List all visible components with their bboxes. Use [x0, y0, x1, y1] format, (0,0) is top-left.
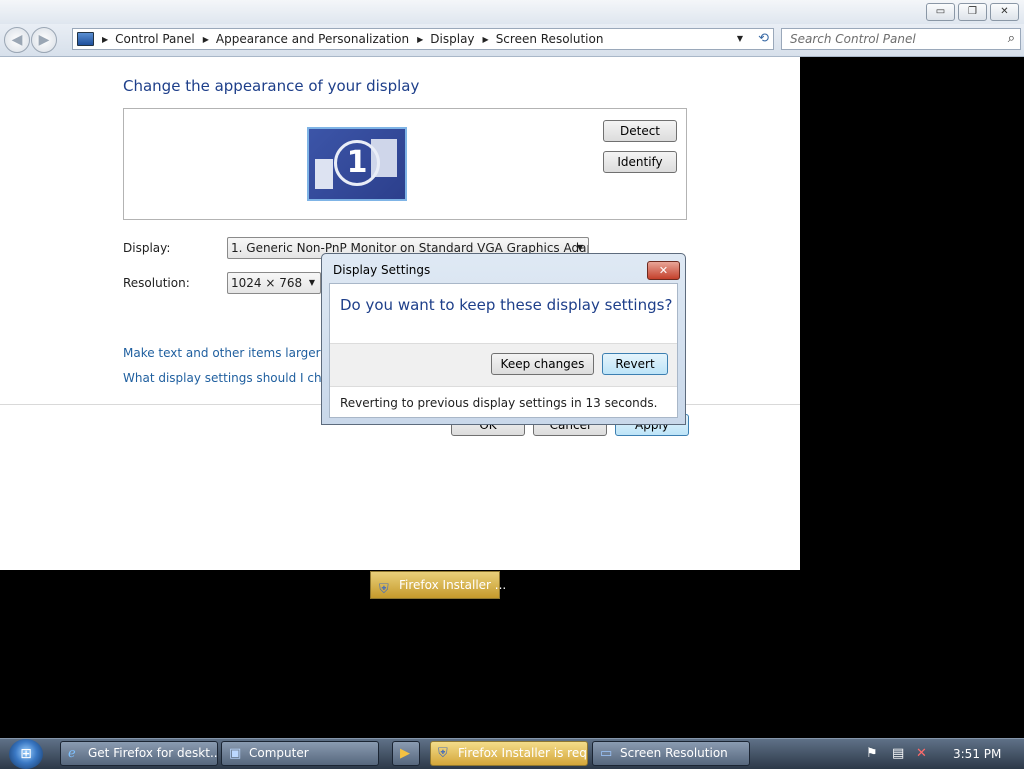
monitor-preview-box: 1 Detect Identify	[123, 108, 687, 220]
taskbar-item-label: Get Firefox for deskt...	[88, 746, 218, 760]
resolution-select[interactable]: 1024 × 768 ▼	[227, 272, 321, 294]
action-center-flag-icon[interactable]: ⚑	[866, 746, 878, 761]
forward-arrow-icon: ▶	[38, 32, 50, 48]
dialog-title: Display Settings	[333, 263, 431, 277]
computer-icon: ▣	[229, 746, 242, 761]
thumbnail-label: Firefox Installer ...	[399, 578, 507, 592]
dialog-close-button[interactable]: ✕	[647, 261, 680, 280]
breadcrumb-arrow-icon[interactable]: ▶	[102, 35, 108, 44]
navigation-bar: ◀ ▶ ▶ Control Panel ▶ Appearance and Per…	[0, 24, 1024, 57]
volume-muted-icon[interactable]: ✕	[916, 746, 927, 761]
taskbar-item-media-player[interactable]: ▶	[392, 741, 420, 766]
minimize-button[interactable]: ▭	[926, 3, 955, 21]
taskbar-item-screen-resolution[interactable]: ▭ Screen Resolution	[592, 741, 750, 766]
taskbar-item-label: Firefox Installer is req...	[458, 746, 588, 760]
page-title: Change the appearance of your display	[123, 77, 420, 95]
taskbar-item-firefox-installer[interactable]: ⛨ Firefox Installer is req...	[430, 741, 588, 766]
window-titlebar: ▭ ❐ ✕	[0, 0, 1024, 24]
chevron-down-icon: ▼	[308, 278, 315, 287]
close-icon: ✕	[658, 264, 669, 277]
windows-logo-icon: ⊞	[20, 746, 32, 762]
dialog-button-area: Keep changes Revert	[330, 343, 677, 387]
resolution-select-value: 1024 × 768	[231, 276, 303, 290]
clock[interactable]: 3:51 PM	[953, 747, 1001, 761]
back-arrow-icon: ◀	[11, 32, 23, 48]
display-label: Display:	[123, 241, 171, 255]
refresh-icon[interactable]: ⟲	[758, 31, 769, 46]
breadcrumb-control-panel[interactable]: Control Panel	[115, 32, 195, 46]
keep-changes-button[interactable]: Keep changes	[491, 353, 594, 375]
display-icon: ▭	[600, 746, 613, 761]
search-input[interactable]: Search Control Panel ⌕	[781, 28, 1021, 50]
address-dropdown-icon[interactable]: ▼	[737, 34, 743, 43]
breadcrumb-arrow-icon[interactable]: ▶	[483, 35, 489, 44]
network-icon[interactable]: ▤	[892, 746, 904, 761]
taskbar-item-label: Screen Resolution	[620, 746, 728, 760]
monitor-number: 1	[334, 140, 380, 186]
breadcrumb-arrow-icon[interactable]: ▶	[417, 35, 423, 44]
control-panel-icon	[77, 32, 94, 46]
firefox-installer-thumbnail[interactable]: ⛨ Firefox Installer ...	[370, 571, 506, 599]
revert-button[interactable]: Revert	[602, 353, 668, 375]
breadcrumb-screen-resolution[interactable]: Screen Resolution	[496, 32, 604, 46]
detect-button[interactable]: Detect	[603, 120, 677, 142]
search-icon[interactable]: ⌕	[1008, 29, 1015, 49]
restore-button[interactable]: ❐	[958, 3, 987, 21]
display-settings-dialog: Display Settings ✕ Do you want to keep t…	[321, 253, 686, 425]
dialog-question: Do you want to keep these display settin…	[340, 296, 673, 314]
dialog-body: Do you want to keep these display settin…	[329, 283, 678, 418]
breadcrumb-arrow-icon[interactable]: ▶	[203, 35, 209, 44]
window-thumbnail	[315, 159, 333, 189]
taskbar-item-firefox-page[interactable]: ℯ Get Firefox for deskt...	[60, 741, 218, 766]
installer-shield-icon: ⛨	[379, 582, 389, 597]
search-placeholder: Search Control Panel	[790, 32, 916, 46]
installer-shield-icon: ⛨	[438, 746, 448, 761]
taskbar: ⊞ ℯ Get Firefox for deskt... ▣ Computer …	[0, 738, 1024, 769]
start-button[interactable]: ⊞	[9, 739, 43, 769]
breadcrumb-display[interactable]: Display	[430, 32, 474, 46]
monitor-1-icon[interactable]: 1	[307, 127, 407, 201]
close-window-button[interactable]: ✕	[990, 3, 1019, 21]
resolution-label: Resolution:	[123, 276, 190, 290]
revert-countdown: Reverting to previous display settings i…	[340, 396, 658, 410]
internet-explorer-icon: ℯ	[68, 746, 76, 761]
media-player-icon: ▶	[400, 746, 410, 761]
breadcrumb-appearance[interactable]: Appearance and Personalization	[216, 32, 409, 46]
forward-button[interactable]: ▶	[31, 27, 57, 53]
address-bar[interactable]: ▶ Control Panel ▶ Appearance and Persona…	[72, 28, 774, 50]
identify-button[interactable]: Identify	[603, 151, 677, 173]
taskbar-item-label: Computer	[249, 746, 309, 760]
back-button[interactable]: ◀	[4, 27, 30, 53]
taskbar-item-computer[interactable]: ▣ Computer	[221, 741, 379, 766]
